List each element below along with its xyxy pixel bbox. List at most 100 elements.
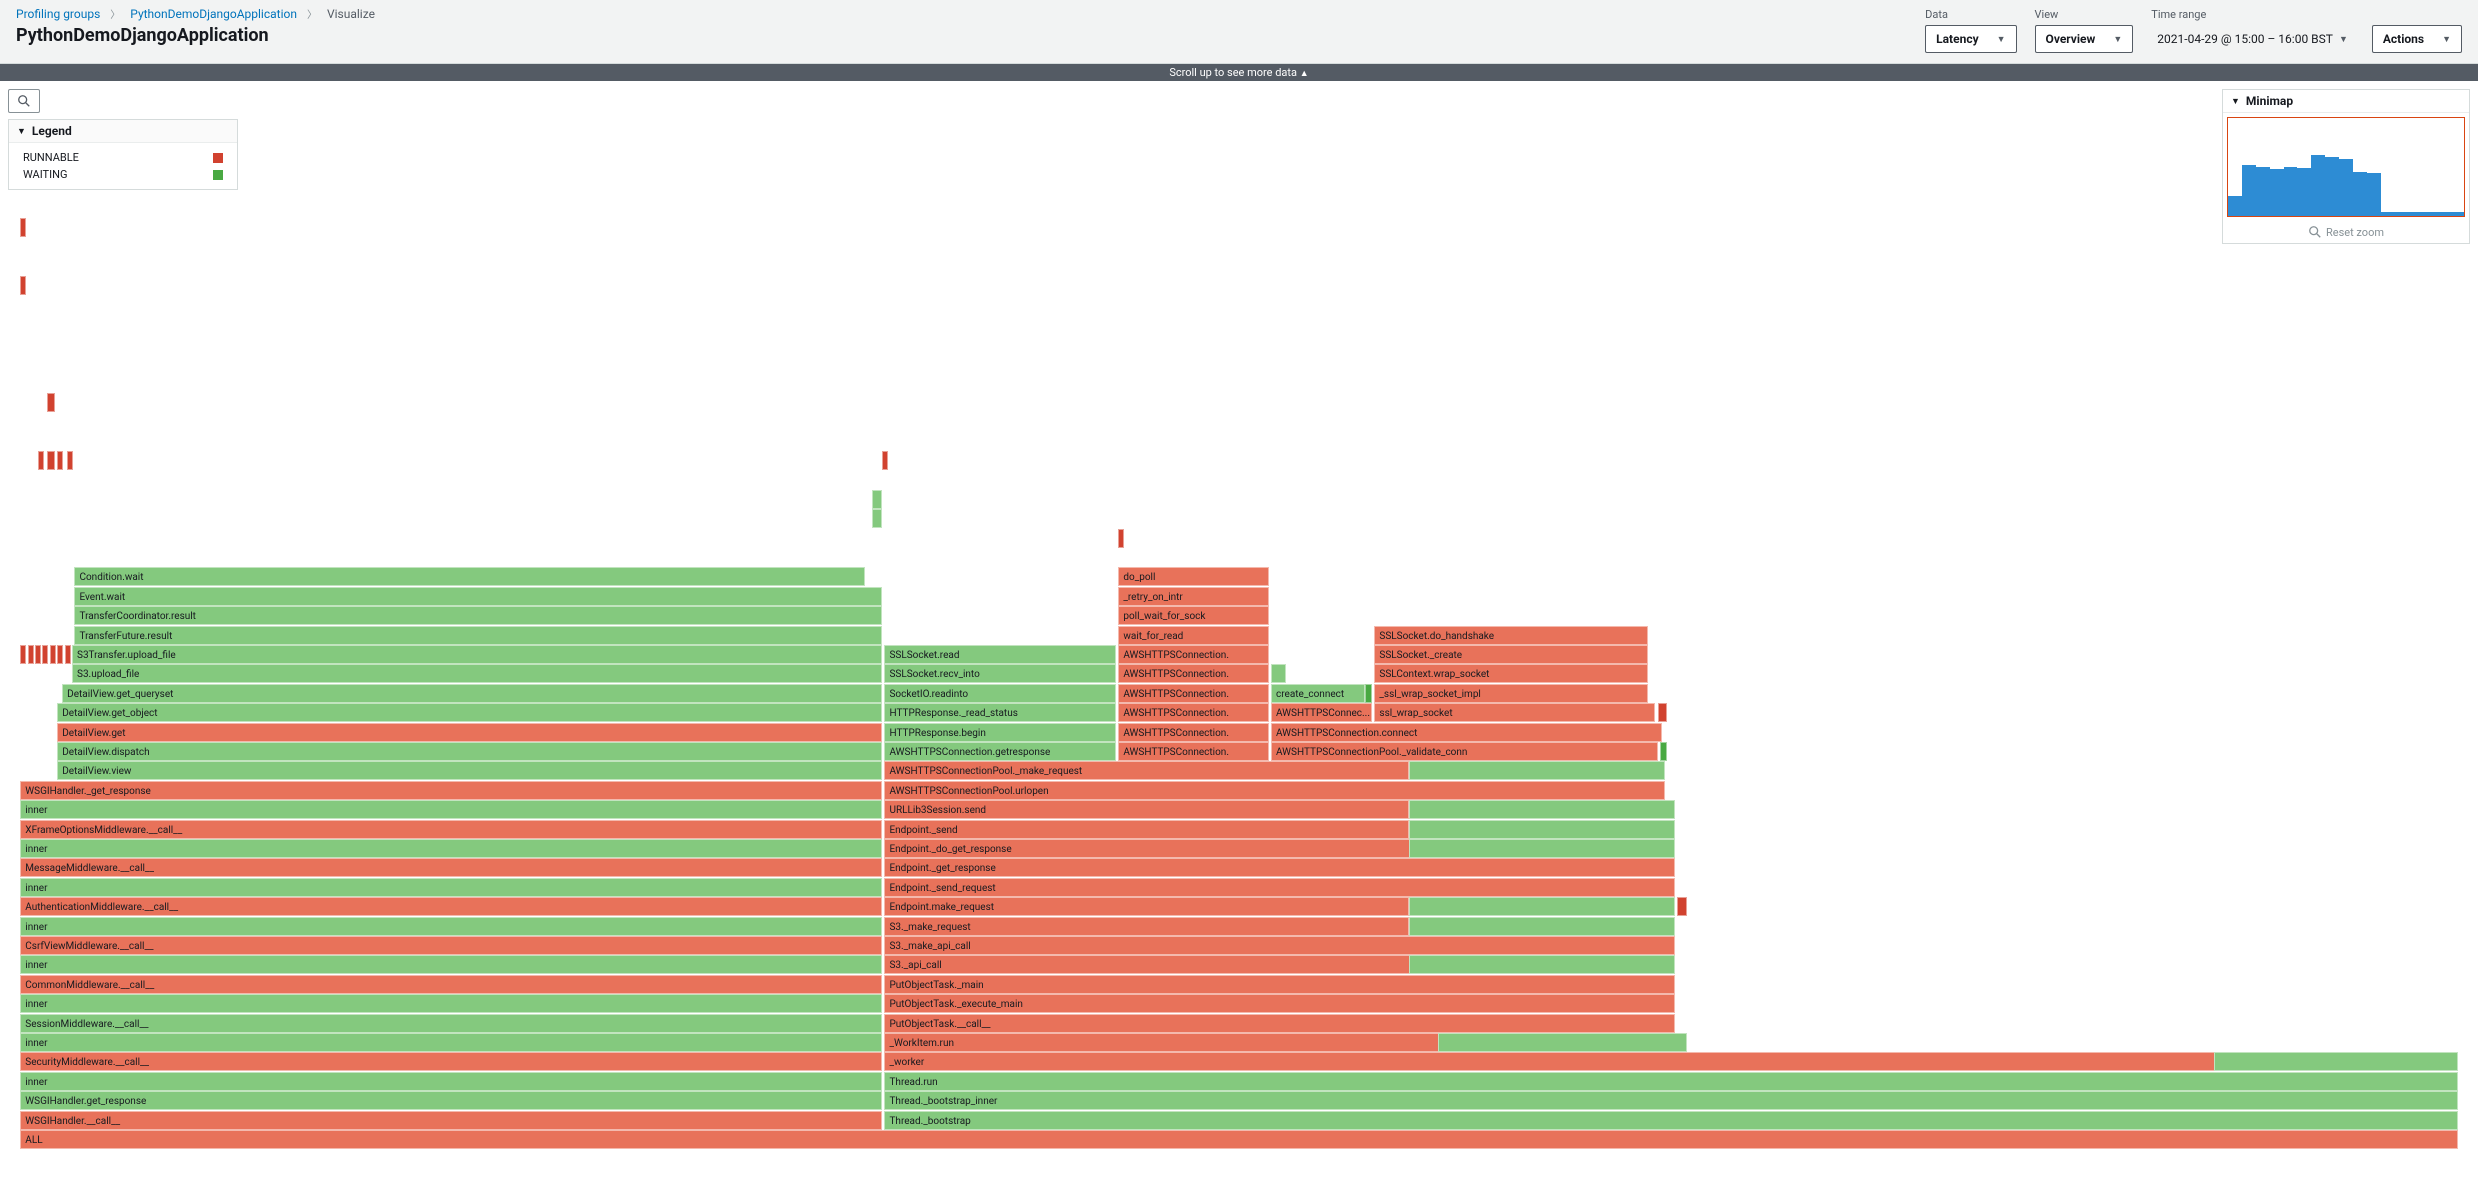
flame-frame[interactable] — [1409, 917, 1675, 936]
flame-frame[interactable]: AWSHTTPSConnection. — [1118, 684, 1268, 703]
flame-frame[interactable]: _ssl_wrap_socket_impl — [1374, 684, 1647, 703]
flame-frame[interactable]: SessionMiddleware.__call__ — [20, 1014, 882, 1033]
flame-frame[interactable]: _retry_on_intr — [1118, 587, 1268, 606]
breadcrumb-root[interactable]: Profiling groups — [16, 7, 100, 21]
scroll-notice[interactable]: Scroll up to see more data ▲ — [0, 64, 2478, 81]
flame-frame[interactable] — [882, 451, 888, 470]
flame-frame[interactable]: AuthenticationMiddleware.__call__ — [20, 897, 882, 916]
flame-frame[interactable]: PutObjectTask.__call__ — [884, 1014, 1674, 1033]
flame-frame[interactable]: inner — [20, 839, 882, 858]
flame-frame[interactable]: inner — [20, 917, 882, 936]
flame-frame[interactable]: AWSHTTPSConnectionPool.urlopen — [884, 781, 1664, 800]
flame-frame[interactable]: Thread.run — [884, 1072, 2457, 1091]
flame-frame[interactable] — [20, 218, 26, 237]
flame-frame[interactable] — [1409, 897, 1675, 916]
flame-frame[interactable] — [1409, 820, 1675, 839]
flame-frame[interactable] — [1438, 1033, 1687, 1052]
flame-frame[interactable]: AWSHTTPSConnection. — [1118, 742, 1268, 761]
flame-frame[interactable]: PutObjectTask._execute_main — [884, 994, 1674, 1013]
flame-frame[interactable]: inner — [20, 800, 882, 819]
flame-frame[interactable]: ssl_wrap_socket — [1374, 703, 1655, 722]
flame-frame[interactable]: Thread._bootstrap_inner — [884, 1091, 2457, 1110]
flame-frame[interactable] — [1118, 529, 1124, 548]
flame-frame[interactable]: SSLSocket._create — [1374, 645, 1647, 664]
minimap-header[interactable]: ▼ Minimap — [2223, 90, 2469, 113]
flame-frame[interactable] — [47, 393, 54, 412]
flame-frame[interactable]: S3._make_request — [884, 917, 1408, 936]
flame-frame[interactable]: Endpoint._send — [884, 820, 1408, 839]
flame-frame[interactable]: MessageMiddleware.__call__ — [20, 858, 882, 877]
flame-frame[interactable]: HTTPResponse._read_status — [884, 703, 1115, 722]
flame-frame[interactable]: AWSHTTPSConnection.getresponse — [884, 742, 1115, 761]
flame-frame[interactable]: WSGIHandler.get_response — [20, 1091, 882, 1110]
flame-frame[interactable] — [20, 276, 26, 295]
flame-frame[interactable]: SSLSocket.recv_into — [884, 664, 1115, 683]
flame-frame[interactable] — [50, 645, 56, 664]
flame-frame[interactable] — [57, 451, 63, 470]
flame-graph[interactable]: ALLWSGIHandler.__call__WSGIHandler.get_r… — [8, 196, 2470, 1136]
flame-frame[interactable] — [872, 509, 882, 528]
flame-frame[interactable]: S3.upload_file — [72, 664, 882, 683]
flame-frame[interactable]: S3._make_api_call — [884, 936, 1674, 955]
flame-frame[interactable]: DetailView.get_queryset — [62, 684, 882, 703]
timerange-select[interactable]: 2021-04-29 @ 15:00 – 16:00 BST ▼ — [2151, 25, 2354, 53]
flame-frame[interactable] — [65, 645, 71, 664]
flame-frame[interactable]: URLLib3Session.send — [884, 800, 1408, 819]
data-select[interactable]: Latency ▼ — [1925, 25, 2016, 53]
flame-frame[interactable]: S3Transfer.upload_file — [72, 645, 882, 664]
flame-frame[interactable] — [1660, 742, 1667, 761]
flame-frame[interactable] — [1658, 703, 1668, 722]
flame-frame[interactable] — [1409, 955, 1675, 974]
flame-frame[interactable] — [1677, 897, 1687, 916]
flame-frame[interactable]: AWSHTTPSConnectionPool._make_request — [884, 761, 1408, 780]
flame-frame[interactable]: wait_for_read — [1118, 626, 1268, 645]
flame-frame[interactable]: XFrameOptionsMiddleware.__call__ — [20, 820, 882, 839]
flame-frame[interactable] — [20, 645, 26, 664]
flame-frame[interactable]: AWSHTTPSConnection. — [1118, 645, 1268, 664]
flame-frame[interactable] — [47, 451, 54, 470]
flame-frame[interactable] — [42, 645, 48, 664]
flame-frame[interactable] — [1409, 761, 1665, 780]
flame-frame[interactable]: Endpoint._send_request — [884, 878, 1674, 897]
flame-frame[interactable] — [1365, 684, 1372, 703]
flame-frame[interactable]: AWSHTTPSConnec... — [1271, 703, 1372, 722]
flame-frame[interactable]: AWSHTTPSConnection.connect — [1271, 723, 1662, 742]
flame-frame[interactable]: Endpoint._get_response — [884, 858, 1674, 877]
flame-frame[interactable]: inner — [20, 994, 882, 1013]
flame-frame[interactable]: WSGIHandler.__call__ — [20, 1111, 882, 1130]
flame-frame[interactable]: inner — [20, 1033, 882, 1052]
actions-button[interactable]: Actions ▼ — [2372, 25, 2462, 53]
flame-frame[interactable] — [67, 451, 73, 470]
flame-frame[interactable]: inner — [20, 878, 882, 897]
flame-frame[interactable]: TransferFuture.result — [74, 626, 882, 645]
flame-frame[interactable]: WSGIHandler._get_response — [20, 781, 882, 800]
flame-frame[interactable]: CsrfViewMiddleware.__call__ — [20, 936, 882, 955]
flame-frame[interactable] — [872, 490, 882, 509]
legend-header[interactable]: ▼ Legend — [9, 120, 237, 143]
breadcrumb-app[interactable]: PythonDemoDjangoApplication — [130, 7, 297, 21]
flame-frame[interactable]: inner — [20, 1072, 882, 1091]
flame-frame[interactable] — [1271, 664, 1286, 683]
flame-frame[interactable]: DetailView.dispatch — [57, 742, 882, 761]
flame-frame[interactable]: SSLSocket.read — [884, 645, 1115, 664]
view-select[interactable]: Overview ▼ — [2035, 25, 2134, 53]
flame-frame[interactable]: create_connect — [1271, 684, 1365, 703]
flame-frame[interactable]: do_poll — [1118, 567, 1268, 586]
flame-frame[interactable]: SecurityMiddleware.__call__ — [20, 1052, 882, 1071]
flame-frame[interactable]: SSLContext.wrap_socket — [1374, 664, 1647, 683]
flame-frame[interactable]: ALL — [20, 1130, 2457, 1149]
flame-frame[interactable]: CommonMiddleware.__call__ — [20, 975, 882, 994]
flame-frame[interactable]: AWSHTTPSConnectionPool._validate_conn — [1271, 742, 1658, 761]
flame-frame[interactable]: inner — [20, 955, 882, 974]
flame-frame[interactable]: DetailView.get — [57, 723, 882, 742]
flame-frame[interactable]: Thread._bootstrap — [884, 1111, 2457, 1130]
flame-frame[interactable] — [38, 451, 44, 470]
flame-frame[interactable] — [57, 645, 63, 664]
flame-frame[interactable]: PutObjectTask._main — [884, 975, 1674, 994]
flame-frame[interactable]: Event.wait — [74, 587, 882, 606]
flame-frame[interactable]: AWSHTTPSConnection. — [1118, 664, 1268, 683]
flame-frame[interactable]: DetailView.view — [57, 761, 882, 780]
search-button[interactable] — [8, 89, 40, 113]
flame-frame[interactable]: Condition.wait — [74, 567, 864, 586]
flame-frame[interactable] — [28, 645, 34, 664]
